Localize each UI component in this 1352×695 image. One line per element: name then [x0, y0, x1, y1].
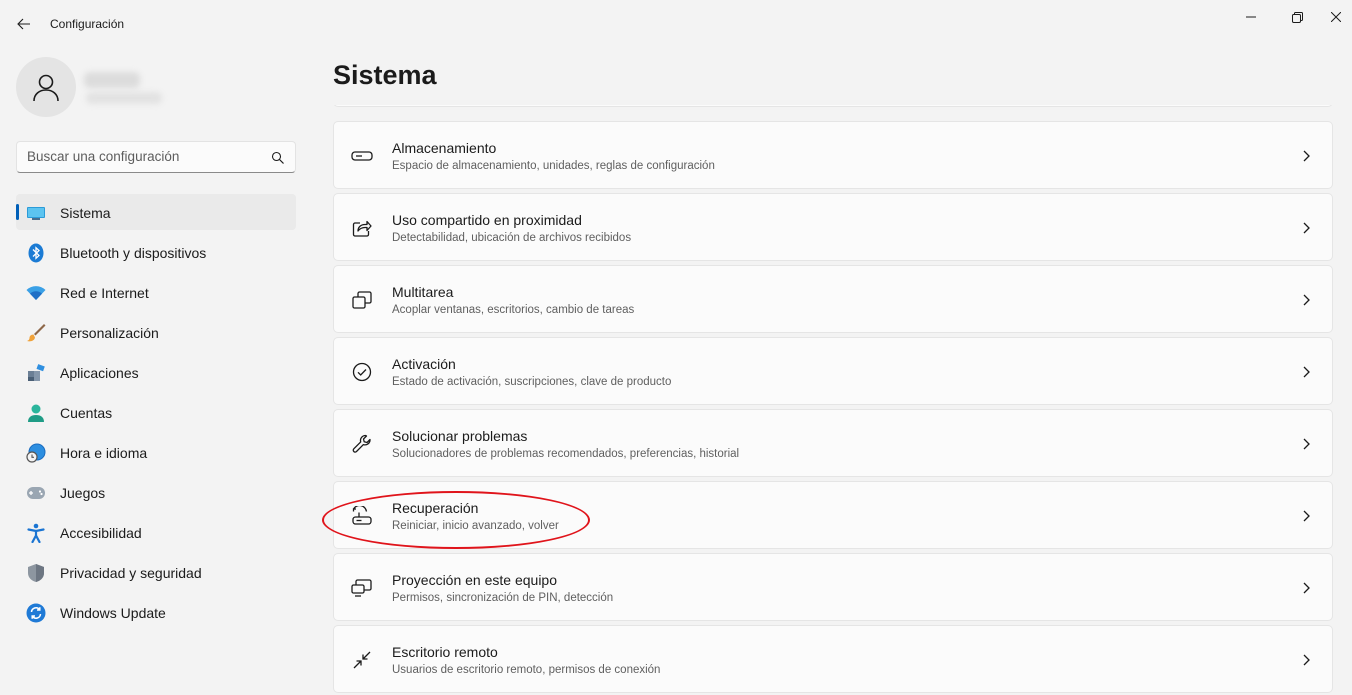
card-title: Proyección en este equipo	[392, 572, 557, 588]
settings-card-solucionar-problemas[interactable]: Solucionar problemas Solucionadores de p…	[333, 409, 1333, 477]
sidebar-item-accesibilidad[interactable]: Accesibilidad	[16, 514, 296, 550]
projection-icon	[350, 577, 374, 599]
paintbrush-icon	[26, 323, 46, 343]
update-icon	[26, 603, 46, 623]
wifi-icon	[26, 283, 46, 303]
wrench-icon	[350, 433, 374, 455]
sidebar-item-sistema[interactable]: Sistema	[16, 194, 296, 230]
card-title: Almacenamiento	[392, 140, 497, 156]
remote-desktop-icon	[350, 649, 374, 671]
close-icon	[1331, 12, 1341, 22]
settings-card-escritorio-remoto[interactable]: Escritorio remoto Usuarios de escritorio…	[333, 625, 1333, 693]
settings-list: Almacenamiento Espacio de almacenamiento…	[333, 105, 1333, 695]
storage-drive-icon	[350, 145, 374, 167]
sidebar-item-bluetooth[interactable]: Bluetooth y dispositivos	[16, 234, 296, 270]
sidebar-item-label: Cuentas	[60, 405, 113, 421]
back-arrow-icon	[17, 18, 30, 30]
card-title: Solucionar problemas	[392, 428, 528, 444]
recovery-icon	[350, 505, 374, 527]
sidebar-item-label: Accesibilidad	[60, 525, 142, 541]
close-button[interactable]	[1320, 4, 1352, 30]
card-title: Escritorio remoto	[392, 644, 498, 660]
globe-clock-icon	[26, 443, 46, 463]
chevron-right-icon	[1303, 582, 1310, 594]
sidebar-item-label: Windows Update	[60, 605, 166, 621]
settings-card-recuperacion[interactable]: Recuperación Reiniciar, inicio avanzado,…	[333, 481, 1333, 549]
page-title: Sistema	[333, 60, 437, 90]
chevron-right-icon	[1303, 222, 1310, 234]
sidebar-item-label: Red e Internet	[60, 285, 149, 301]
title-bar: Configuración	[0, 0, 1352, 46]
sidebar-item-hora[interactable]: Hora e idioma	[16, 434, 296, 470]
search-box[interactable]	[16, 141, 296, 173]
profile-name-redacted	[84, 72, 140, 88]
minimize-button[interactable]	[1228, 4, 1274, 30]
sidebar-item-privacidad[interactable]: Privacidad y seguridad	[16, 554, 296, 590]
sidebar-item-red[interactable]: Red e Internet	[16, 274, 296, 310]
card-subtitle: Permisos, sincronización de PIN, detecci…	[392, 592, 614, 604]
card-subtitle: Reiniciar, inicio avanzado, volver	[392, 520, 559, 532]
search-icon[interactable]	[271, 151, 285, 165]
restore-icon	[1291, 11, 1303, 23]
account-icon	[26, 403, 46, 423]
chevron-right-icon	[1303, 294, 1310, 306]
sidebar-item-label: Bluetooth y dispositivos	[60, 245, 207, 261]
card-subtitle: Acoplar ventanas, escritorios, cambio de…	[392, 304, 635, 316]
avatar[interactable]	[16, 57, 76, 117]
card-subtitle: Solucionadores de problemas recomendados…	[392, 448, 740, 460]
card-title: Activación	[392, 356, 456, 372]
apps-icon	[26, 363, 46, 383]
sidebar-item-aplicaciones[interactable]: Aplicaciones	[16, 354, 296, 390]
chevron-right-icon	[1303, 366, 1310, 378]
settings-card-partial[interactable]	[333, 105, 1333, 107]
search-input[interactable]	[27, 149, 267, 164]
card-title: Uso compartido en proximidad	[392, 212, 582, 228]
sidebar-item-label: Juegos	[60, 485, 106, 501]
card-title: Multitarea	[392, 284, 454, 300]
card-subtitle: Estado de activación, suscripciones, cla…	[392, 376, 672, 388]
card-subtitle: Espacio de almacenamiento, unidades, reg…	[392, 160, 715, 172]
bluetooth-icon	[26, 243, 46, 263]
settings-card-uso-compartido[interactable]: Uso compartido en proximidad Detectabili…	[333, 193, 1333, 261]
sidebar-item-label: Personalización	[60, 325, 159, 341]
chevron-right-icon	[1303, 510, 1310, 522]
back-button[interactable]	[10, 11, 38, 37]
minimize-icon	[1246, 16, 1256, 18]
sidebar-item-juegos[interactable]: Juegos	[16, 474, 296, 510]
sidebar-item-label: Privacidad y seguridad	[60, 565, 202, 581]
sidebar-item-label: Hora e idioma	[60, 445, 148, 461]
settings-card-multitarea[interactable]: Multitarea Acoplar ventanas, escritorios…	[333, 265, 1333, 333]
card-title: Recuperación	[392, 500, 479, 516]
card-subtitle: Detectabilidad, ubicación de archivos re…	[392, 232, 632, 244]
gamepad-icon	[26, 483, 46, 503]
system-monitor-icon	[26, 203, 46, 223]
accessibility-icon	[26, 523, 46, 543]
multitask-icon	[350, 289, 374, 311]
settings-card-almacenamiento[interactable]: Almacenamiento Espacio de almacenamiento…	[333, 121, 1333, 189]
user-icon	[33, 74, 59, 102]
chevron-right-icon	[1303, 654, 1310, 666]
sidebar-item-label: Sistema	[60, 205, 111, 221]
chevron-right-icon	[1303, 438, 1310, 450]
app-title: Configuración	[50, 17, 125, 31]
card-subtitle: Usuarios de escritorio remoto, permisos …	[392, 664, 661, 676]
sidebar-nav: Sistema Bluetooth y dispositivos Red e I…	[16, 194, 296, 634]
check-circle-icon	[350, 361, 374, 383]
settings-card-activacion[interactable]: Activación Estado de activación, suscrip…	[333, 337, 1333, 405]
restore-button[interactable]	[1274, 4, 1320, 30]
sidebar-item-label: Aplicaciones	[60, 365, 139, 381]
shield-icon	[26, 563, 46, 583]
settings-card-proyeccion[interactable]: Proyección en este equipo Permisos, sinc…	[333, 553, 1333, 621]
sidebar-item-cuentas[interactable]: Cuentas	[16, 394, 296, 430]
chevron-right-icon	[1303, 150, 1310, 162]
sidebar-item-personalizacion[interactable]: Personalización	[16, 314, 296, 350]
sidebar-item-windows-update[interactable]: Windows Update	[16, 594, 296, 630]
share-icon	[350, 217, 374, 239]
profile-email-redacted	[86, 92, 162, 104]
